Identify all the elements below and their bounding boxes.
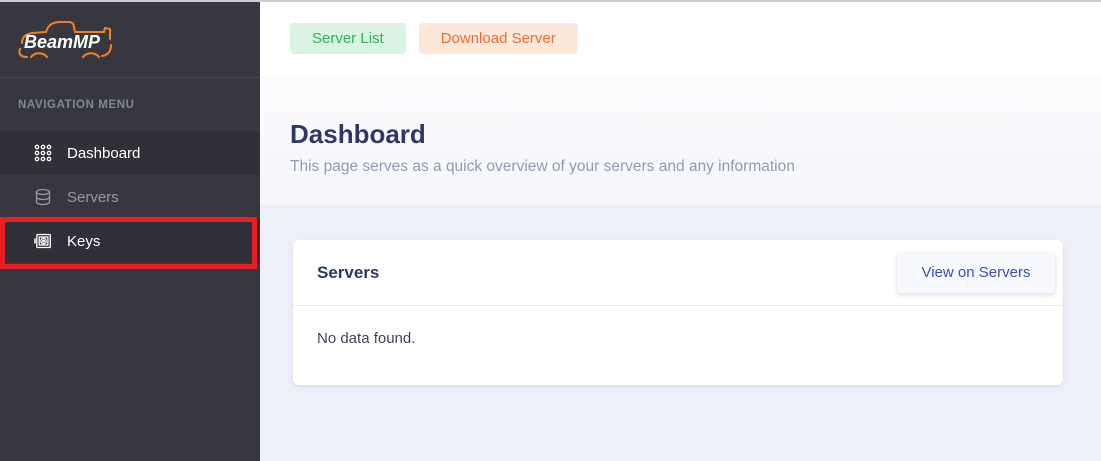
download-server-button[interactable]: Download Server (419, 23, 578, 54)
logo-text: BeamMP (24, 32, 101, 52)
page-title: Dashboard (290, 119, 1101, 149)
nav-section-label: NAVIGATION MENU (0, 78, 260, 131)
servers-card-header: Servers View on Servers (293, 240, 1063, 306)
page-header: Dashboard This page serves as a quick ov… (260, 77, 1101, 205)
grid-icon (34, 144, 52, 162)
database-icon (34, 188, 52, 206)
servers-card-title: Servers (317, 263, 379, 283)
servers-card: Servers View on Servers No data found. (293, 240, 1063, 385)
view-on-servers-button[interactable]: View on Servers (897, 253, 1055, 293)
beammp-logo-icon: BeamMP (16, 16, 120, 62)
sidebar-item-keys[interactable]: Keys (0, 219, 260, 263)
servers-card-body: No data found. (293, 306, 1063, 371)
sidebar-item-label: Dashboard (67, 145, 140, 162)
topbar: Server List Download Server (260, 0, 1101, 77)
window-top-edge (0, 0, 1101, 2)
safe-icon (34, 232, 52, 250)
page-subtitle: This page serves as a quick overview of … (290, 158, 1101, 176)
sidebar: BeamMP NAVIGATION MENU Dashboard Servers (0, 0, 260, 461)
sidebar-item-label: Servers (67, 189, 119, 206)
sidebar-item-servers[interactable]: Servers (0, 175, 260, 219)
server-list-button[interactable]: Server List (290, 23, 406, 54)
sidebar-item-label: Keys (67, 233, 100, 250)
empty-state-text: No data found. (317, 330, 415, 347)
sidebar-item-dashboard[interactable]: Dashboard (0, 131, 260, 175)
logo-area[interactable]: BeamMP (0, 0, 260, 78)
